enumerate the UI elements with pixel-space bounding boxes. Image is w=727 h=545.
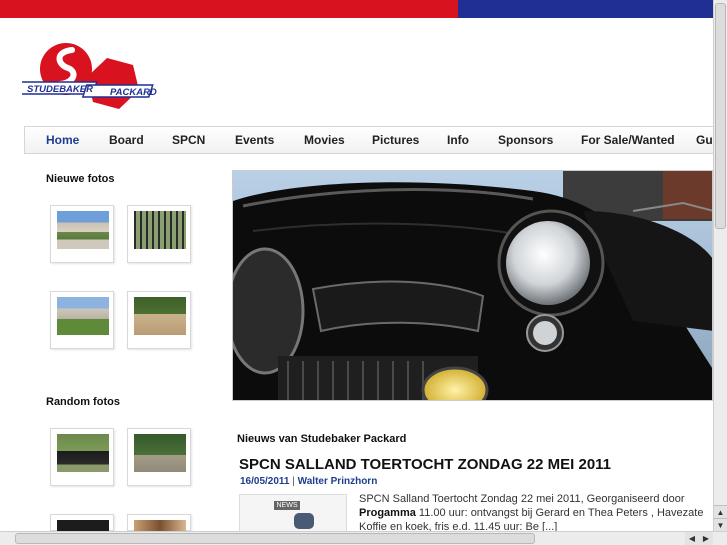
new-photo-1[interactable]	[50, 205, 114, 263]
nav-spcn[interactable]: SPCN	[172, 127, 205, 153]
nav-board[interactable]: Board	[109, 127, 144, 153]
horizontal-scroll-thumb[interactable]	[15, 533, 535, 544]
scroll-up-icon[interactable]: ▲	[714, 505, 727, 518]
scroll-down-icon[interactable]: ▼	[714, 518, 727, 531]
vertical-scroll-thumb[interactable]	[715, 3, 726, 229]
article-program-text: 11.00 uur: ontvangst bij Gerard en Thea …	[415, 507, 704, 519]
hero-car-image	[232, 170, 713, 401]
main-navigation: Home Board SPCN Events Movies Pictures I…	[24, 126, 713, 154]
article-intro: SPCN Salland Toertocht Zondag 22 mei 201…	[359, 493, 685, 505]
article-excerpt: SPCN Salland Toertocht Zondag 22 mei 201…	[359, 492, 713, 534]
random-photo-4[interactable]	[127, 514, 191, 532]
article-date[interactable]: 16/05/2011	[240, 476, 290, 487]
scroll-left-icon[interactable]: ◀	[685, 532, 699, 545]
nav-info[interactable]: Info	[447, 127, 469, 153]
logo-text-packard: PACKARD	[110, 87, 157, 98]
nav-events[interactable]: Events	[235, 127, 274, 153]
car-road-photo	[134, 434, 186, 472]
random-photo-2[interactable]	[127, 428, 191, 486]
nav-sponsors[interactable]: Sponsors	[498, 127, 553, 153]
top-color-band	[0, 0, 713, 18]
meta-separator: |	[292, 476, 295, 487]
car-photo	[57, 434, 109, 472]
phone-icon	[294, 513, 314, 529]
nav-for-sale-wanted[interactable]: For Sale/Wanted	[581, 127, 675, 153]
horizontal-scrollbar[interactable]: ◀ ▶	[0, 531, 727, 545]
castle-photo	[57, 211, 109, 249]
article-thumbnail[interactable]: NEWS	[239, 494, 347, 534]
article-title[interactable]: SPCN SALLAND TOERTOCHT ZONDAG 22 MEI 201…	[239, 456, 611, 473]
vertical-scrollbar[interactable]: ▲ ▼	[713, 0, 727, 531]
nav-gu[interactable]: Gu	[696, 127, 713, 153]
site-logo[interactable]: STUDEBAKER PACKARD	[5, 38, 162, 116]
nav-home[interactable]: Home	[46, 127, 79, 153]
article-author[interactable]: Walter Prinzhorn	[298, 476, 378, 487]
top-band-blue	[458, 0, 713, 18]
news-label: NEWS	[274, 501, 300, 510]
random-photo-1[interactable]	[50, 428, 114, 486]
logo-text-studebaker: STUDEBAKER	[27, 84, 93, 95]
nav-pictures[interactable]: Pictures	[372, 127, 419, 153]
new-photo-2[interactable]	[127, 205, 191, 263]
new-photo-3[interactable]	[50, 291, 114, 349]
article-meta: 16/05/2011 | Walter Prinzhorn	[240, 476, 377, 487]
garden-path-photo	[134, 297, 186, 335]
gate-photo	[134, 211, 186, 249]
castle-lawn-photo	[57, 297, 109, 335]
article-program-label: Progamma	[359, 507, 416, 519]
news-heading: Nieuws van Studebaker Packard	[237, 433, 407, 445]
random-photos-heading: Random fotos	[46, 396, 120, 408]
random-photo-3[interactable]	[50, 514, 114, 532]
studebaker-packard-logo-icon: STUDEBAKER PACKARD	[5, 43, 157, 109]
nav-movies[interactable]: Movies	[304, 127, 345, 153]
top-band-red	[0, 0, 458, 18]
new-photo-4[interactable]	[127, 291, 191, 349]
new-photos-heading: Nieuwe fotos	[46, 173, 115, 185]
scroll-right-icon[interactable]: ▶	[699, 532, 713, 545]
